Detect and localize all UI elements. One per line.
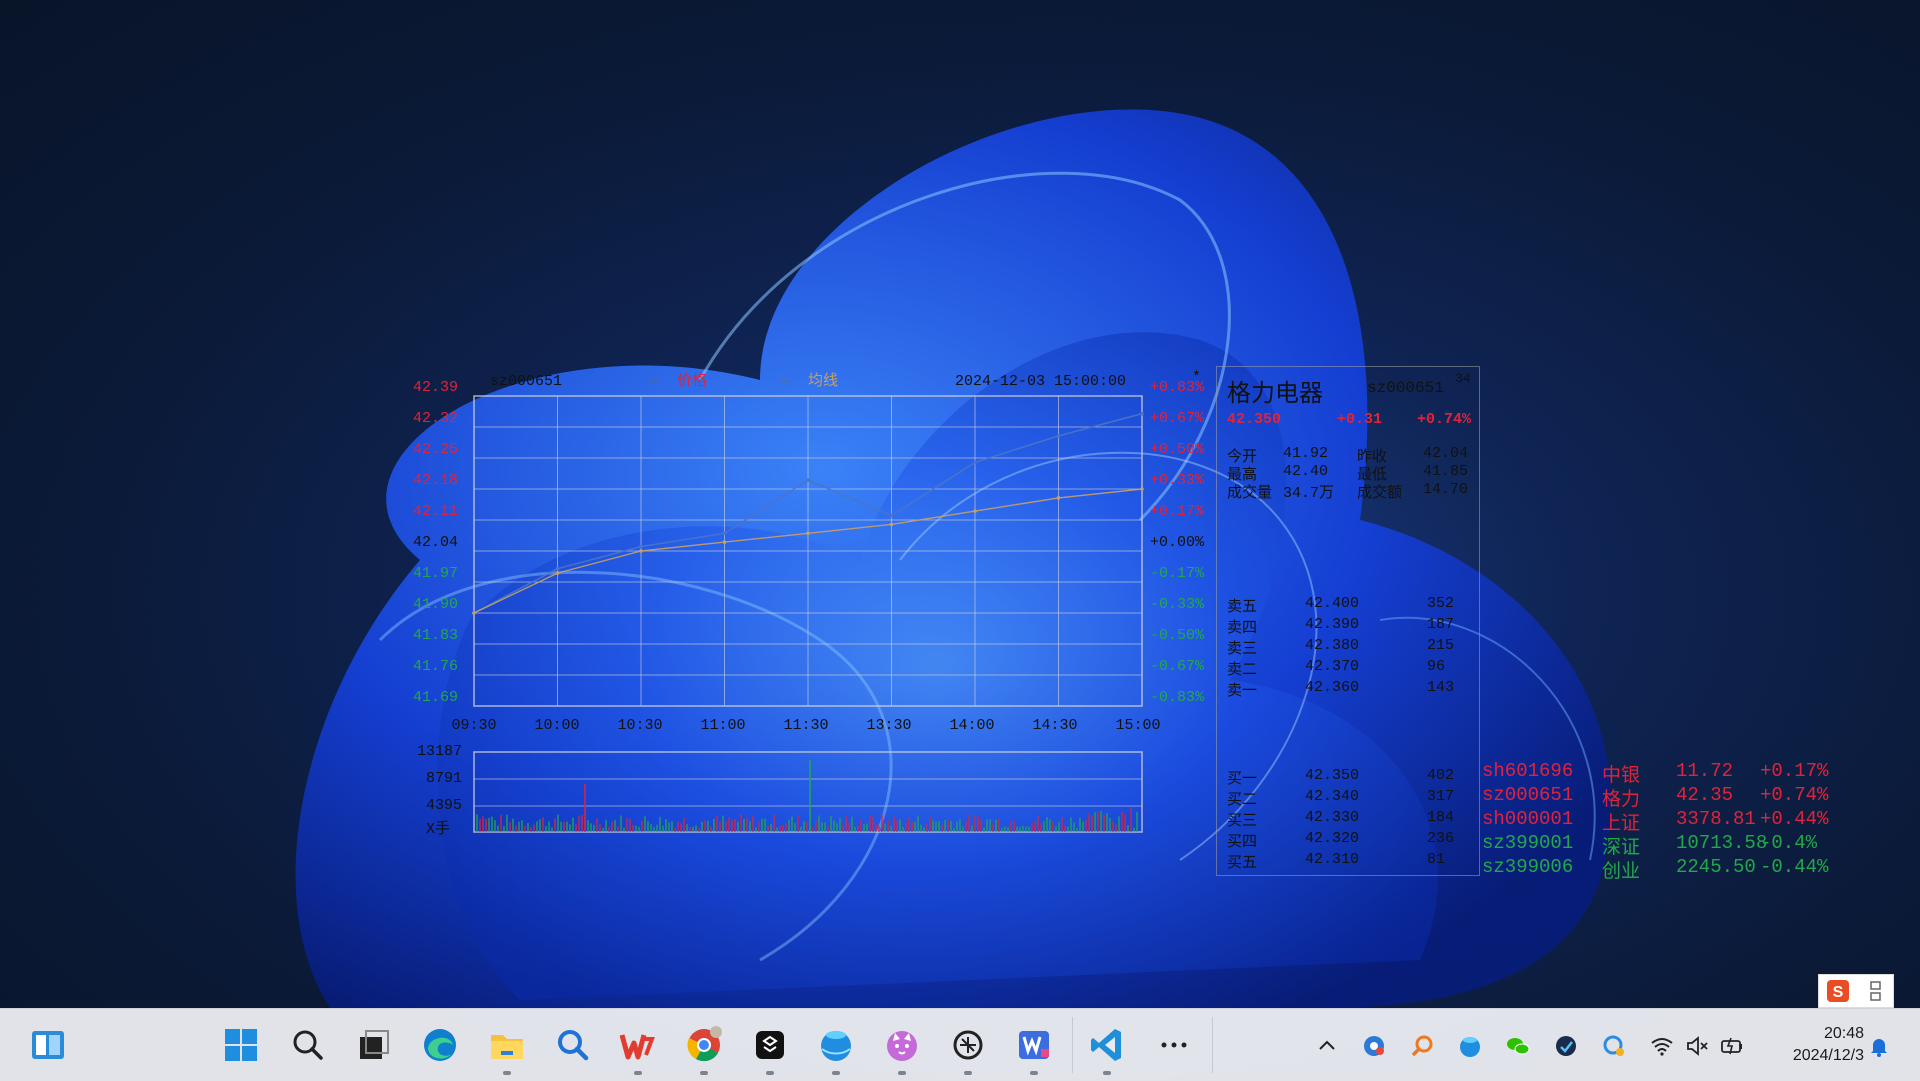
word-app-button[interactable] bbox=[1010, 1021, 1058, 1075]
notifications-button[interactable] bbox=[1864, 1031, 1894, 1061]
tray-wechat[interactable] bbox=[1503, 1031, 1533, 1061]
cat-icon bbox=[887, 1031, 917, 1061]
widgets-button[interactable] bbox=[24, 1021, 72, 1069]
battery-charging-icon bbox=[1721, 1037, 1742, 1055]
app-tray-1-icon bbox=[1364, 1036, 1384, 1056]
tray-browser[interactable] bbox=[1455, 1031, 1485, 1061]
bell-icon bbox=[1871, 1039, 1887, 1057]
wifi-status[interactable] bbox=[1647, 1031, 1677, 1061]
wifi-icon bbox=[1651, 1038, 1673, 1056]
globe-browser-icon bbox=[1460, 1037, 1480, 1057]
sogou-ime-icon: S bbox=[1827, 980, 1881, 1002]
svg-text:S: S bbox=[1833, 984, 1844, 1001]
typora-icon bbox=[756, 1031, 784, 1059]
chrome-icon bbox=[687, 1026, 722, 1062]
everything-search-button[interactable] bbox=[549, 1021, 597, 1069]
app-tray-3-icon bbox=[1603, 1035, 1624, 1056]
browser-alt-button[interactable] bbox=[812, 1021, 860, 1075]
vscode-icon bbox=[1091, 1029, 1121, 1061]
tray-app-3[interactable] bbox=[1599, 1031, 1629, 1061]
clock-date: 2024/12/3 bbox=[1792, 1047, 1864, 1064]
app-tray-2-icon bbox=[1556, 1036, 1576, 1056]
widgets-icon bbox=[32, 1031, 64, 1059]
ime-toolbar[interactable]: S bbox=[1818, 974, 1894, 1008]
word-icon bbox=[1019, 1031, 1049, 1059]
wechat-icon bbox=[1507, 1038, 1530, 1055]
more-apps-button[interactable] bbox=[1150, 1021, 1198, 1069]
chatgpt-button[interactable] bbox=[944, 1021, 992, 1075]
show-hidden-icons-button[interactable] bbox=[1312, 1031, 1342, 1061]
typora-button[interactable] bbox=[746, 1021, 794, 1075]
more-dots-icon bbox=[1161, 1042, 1187, 1048]
magnifier-icon bbox=[558, 1030, 589, 1061]
file-explorer-button[interactable] bbox=[483, 1021, 531, 1075]
windows-logo-icon bbox=[225, 1029, 257, 1061]
edge-button[interactable] bbox=[416, 1021, 464, 1069]
cat-app-button[interactable] bbox=[878, 1021, 926, 1075]
task-view-button[interactable] bbox=[350, 1021, 398, 1069]
chatgpt-icon bbox=[953, 1030, 983, 1060]
search-button[interactable] bbox=[284, 1021, 332, 1069]
clock-time: 20:48 bbox=[1823, 1025, 1864, 1042]
volume-status[interactable] bbox=[1682, 1031, 1712, 1061]
wps-icon bbox=[619, 1034, 655, 1060]
vscode-button[interactable] bbox=[1083, 1021, 1131, 1075]
volume-muted-icon bbox=[1687, 1036, 1708, 1056]
task-view-icon bbox=[360, 1030, 389, 1059]
wps-button[interactable] bbox=[614, 1021, 662, 1075]
desktop-wallpaper bbox=[295, 109, 1611, 1008]
orange-search-icon bbox=[1411, 1035, 1433, 1057]
chevron-up-icon bbox=[1319, 1040, 1335, 1050]
tray-app-1[interactable] bbox=[1359, 1031, 1389, 1061]
chrome-button[interactable] bbox=[680, 1021, 728, 1075]
start-button[interactable] bbox=[217, 1021, 265, 1069]
tray-app-2[interactable] bbox=[1551, 1031, 1581, 1061]
folder-icon bbox=[491, 1035, 523, 1059]
system-clock[interactable]: 20:48 2024/12/3 bbox=[1768, 1023, 1864, 1067]
taskbar: 20:48 2024/12/3 bbox=[0, 1008, 1920, 1081]
search-icon bbox=[293, 1030, 323, 1060]
battery-status[interactable] bbox=[1717, 1031, 1747, 1061]
globe-browser-icon bbox=[821, 1031, 851, 1061]
tray-search-tool[interactable] bbox=[1407, 1031, 1437, 1061]
edge-icon bbox=[424, 1029, 456, 1061]
